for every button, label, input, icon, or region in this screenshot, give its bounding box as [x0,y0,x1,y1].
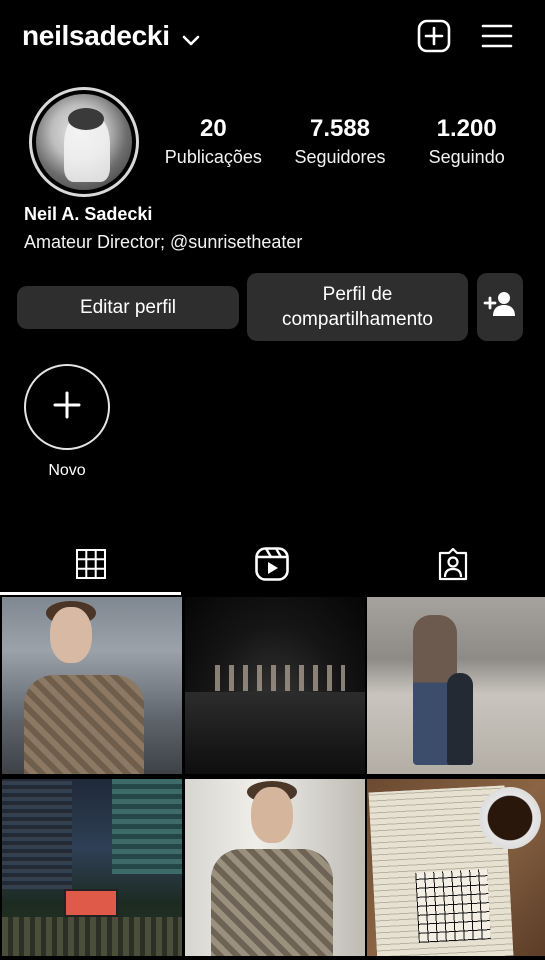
active-tab-indicator [0,592,181,595]
tab-tagged[interactable] [362,538,543,594]
tab-reels[interactable] [181,538,362,594]
hamburger-menu-icon[interactable] [479,18,515,54]
stat-label: Seguindo [428,147,505,167]
add-person-button[interactable] [477,273,523,341]
tagged-icon [437,547,469,586]
post-thumbnail[interactable] [2,597,182,774]
stat-label: Seguidores [294,147,386,167]
stat-label: Publicações [164,147,262,167]
top-bar: neilsadecki [0,0,545,72]
post-thumbnail[interactable] [367,779,545,956]
profile-name: Neil A. Sadecki [24,204,153,224]
profile-avatar[interactable] [29,87,139,197]
account-switcher[interactable]: neilsadecki [22,18,200,54]
new-highlight-button[interactable] [24,364,110,450]
new-highlight-label: Novo [48,462,86,479]
chevron-down-icon [182,22,200,54]
post-thumbnail[interactable] [2,779,182,956]
post-thumbnail[interactable] [367,597,545,774]
post-thumbnail[interactable] [184,779,365,956]
stat-value: 1.200 [436,115,497,142]
share-profile-button[interactable]: Perfil de compartilhamento [247,273,468,341]
grid-icon [75,548,107,585]
tab-posts-grid[interactable] [0,538,181,594]
profile-stats: 20 Publicações 7.588 Seguidores 1.200 Se… [150,114,530,168]
username: neilsadecki [22,20,170,51]
profile-tabs [0,538,545,596]
stat-posts[interactable]: 20 Publicações [150,114,277,168]
edit-profile-button[interactable]: Editar perfil [17,286,239,329]
post-thumbnail[interactable] [184,597,365,774]
posts-grid [0,597,545,956]
add-person-icon [483,291,517,324]
avatar-image [36,94,132,190]
stat-value: 20 [199,115,227,142]
stat-following[interactable]: 1.200 Seguindo [403,114,530,168]
plus-square-icon[interactable] [416,18,452,54]
plus-icon [52,390,82,425]
stat-followers[interactable]: 7.588 Seguidores [277,114,404,168]
reels-icon [254,546,290,587]
profile-bio: Amateur Director; @sunrisetheater [24,232,303,252]
stat-value: 7.588 [309,115,371,142]
